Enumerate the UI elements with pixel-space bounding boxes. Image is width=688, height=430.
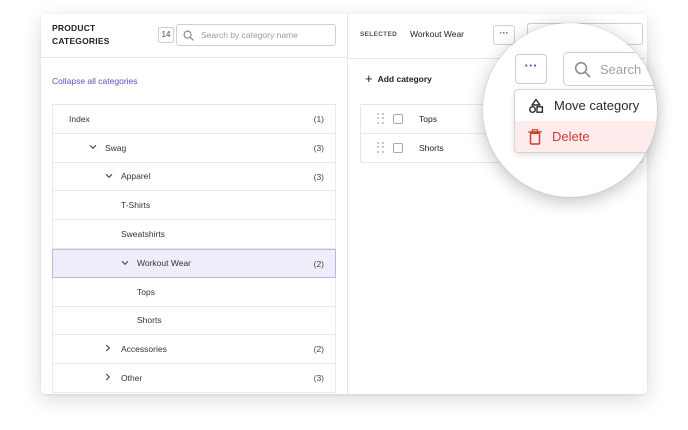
collapse-all-link[interactable]: Collapse all categories — [52, 76, 138, 86]
tree-row-count: (2) — [313, 258, 324, 269]
tree-row-label: Sweatshirts — [121, 229, 165, 240]
drag-handle-icon[interactable] — [377, 141, 385, 154]
chevron-down-icon[interactable] — [89, 143, 99, 152]
delete-label: Delete — [552, 129, 590, 144]
search-icon — [183, 30, 194, 41]
tree-row[interactable]: Apparel (3) — [52, 162, 336, 192]
plus-icon: + — [365, 71, 373, 86]
selected-category-name: Workout Wear — [410, 29, 465, 39]
options-dropdown-menu: Move category Delete — [514, 89, 657, 153]
tree-row[interactable]: Other (3) — [52, 364, 336, 393]
row-checkbox[interactable] — [393, 113, 403, 124]
tree-row[interactable]: Index (1) — [52, 105, 336, 134]
list-item-label: Tops — [419, 113, 437, 124]
category-tree: Index (1) Swag (3) Apparel (3) T-Shirts Sweatsh… — [52, 104, 336, 393]
tree-row[interactable]: Workout Wear (2) — [52, 248, 336, 278]
tree-row-count: (3) — [313, 171, 324, 182]
add-category-button[interactable]: + Add category — [365, 71, 432, 86]
category-tree-panel: PRODUCT CATEGORIES 14 Collapse all categ… — [41, 14, 347, 394]
tree-row-label: Other — [121, 373, 143, 384]
tree-row-label: Accessories — [121, 344, 167, 355]
chevron-down-icon[interactable] — [105, 172, 115, 181]
move-category-label: Move category — [554, 98, 640, 113]
add-category-label: Add category — [377, 74, 432, 84]
tree-row-label: Workout Wear — [137, 258, 192, 269]
search-icon — [574, 61, 591, 77]
chevron-right-icon[interactable] — [105, 344, 115, 354]
tree-row[interactable]: T-Shirts — [52, 191, 336, 221]
tree-row[interactable]: Sweatshirts — [52, 220, 336, 249]
tree-row-count: (1) — [313, 114, 324, 124]
delete-menu-item[interactable]: Delete — [515, 121, 657, 152]
tree-row-label: Index — [69, 113, 90, 124]
drag-handle-icon[interactable] — [377, 112, 385, 125]
list-item-label: Shorts — [419, 142, 444, 153]
move-category-menu-item[interactable]: Move category — [515, 90, 657, 121]
trash-icon — [528, 128, 542, 145]
chevron-right-icon[interactable] — [105, 373, 115, 383]
category-count-badge: 14 — [158, 27, 174, 43]
magnifier-callout: ··· Move category Delete — [483, 23, 657, 197]
tree-row-label: Shorts — [137, 315, 162, 326]
magnified-search-input[interactable] — [600, 61, 657, 77]
shapes-icon — [529, 98, 544, 113]
tree-row[interactable]: Shorts — [52, 306, 336, 336]
tree-header: PRODUCT CATEGORIES 14 — [41, 14, 347, 58]
more-options-button[interactable]: ··· — [493, 25, 515, 45]
tree-row-label: Apparel — [121, 171, 151, 182]
selected-label: SELECTED — [360, 31, 398, 38]
tree-row-count: (2) — [313, 344, 324, 355]
magnified-search[interactable] — [563, 52, 657, 86]
tree-row[interactable]: Tops — [52, 277, 336, 307]
panel-title: PRODUCT CATEGORIES — [52, 23, 110, 46]
tree-row-label: T-Shirts — [121, 200, 151, 211]
chevron-down-icon[interactable] — [121, 259, 131, 268]
tree-row-count: (3) — [313, 373, 324, 384]
tree-row-label: Swag — [105, 142, 127, 153]
category-search-input[interactable] — [201, 30, 321, 40]
tree-row-label: Tops — [137, 286, 155, 297]
tree-row[interactable]: Accessories (2) — [52, 335, 336, 365]
magnified-more-options-button[interactable]: ··· — [515, 54, 547, 84]
row-checkbox[interactable] — [393, 142, 403, 153]
tree-row-count: (3) — [313, 142, 324, 153]
category-search[interactable] — [176, 24, 336, 46]
tree-row[interactable]: Swag (3) — [52, 133, 336, 163]
